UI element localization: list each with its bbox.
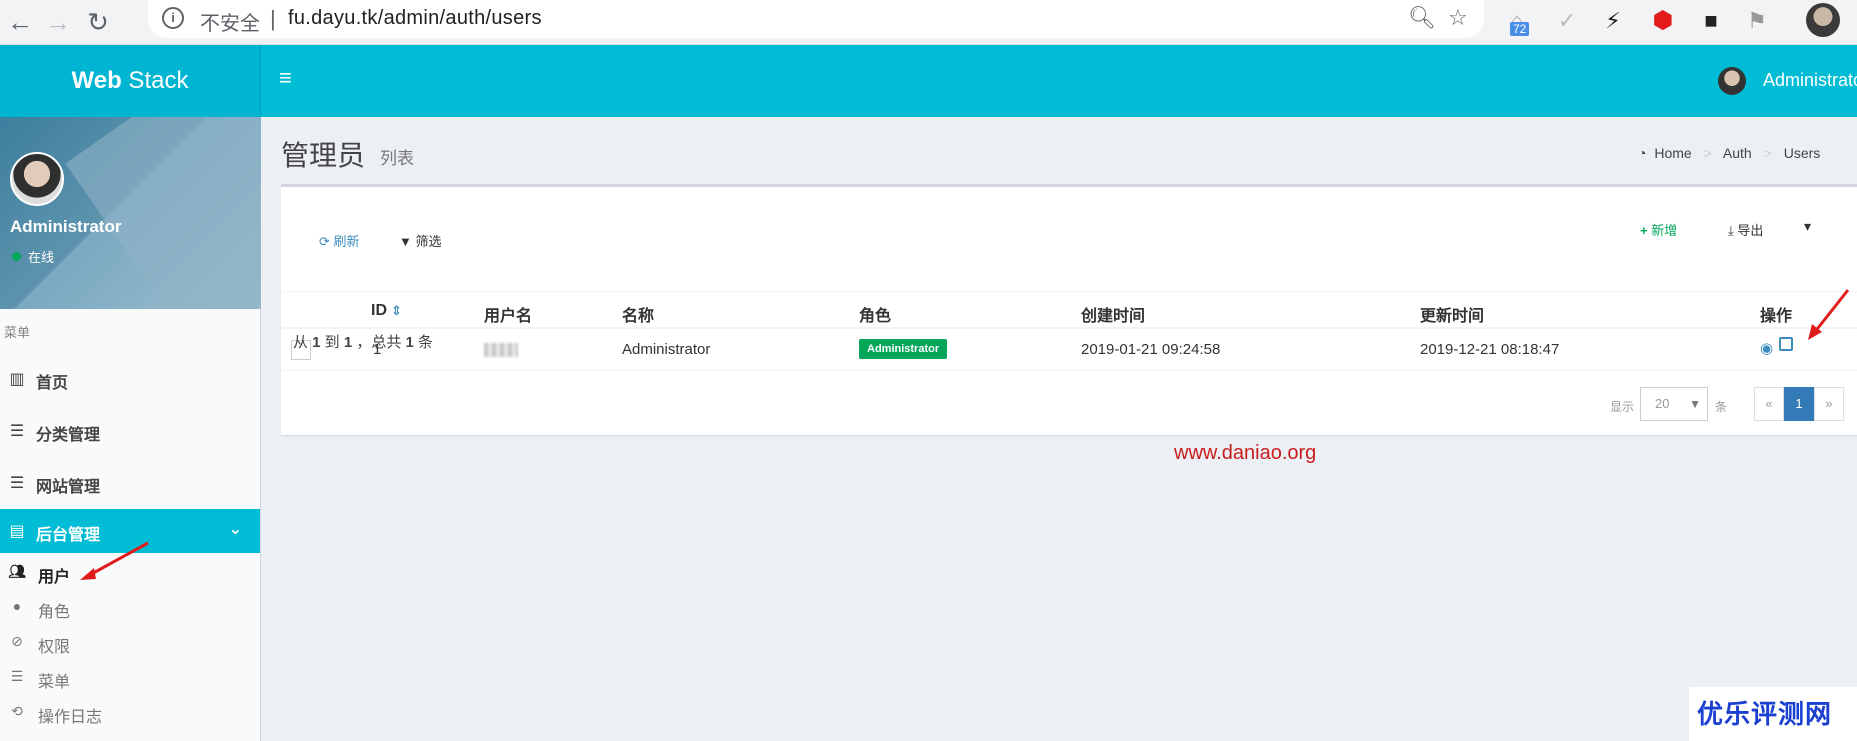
- watermark-text: www.daniao.org: [1174, 442, 1317, 464]
- annotation-arrow-edit: [1812, 289, 1850, 334]
- annotation-arrows: [80, 289, 1850, 580]
- annotation-arrowhead-users: [80, 568, 96, 580]
- annotation-arrow-users: [85, 541, 149, 579]
- corner-logo: 优乐评测网: [1689, 687, 1857, 741]
